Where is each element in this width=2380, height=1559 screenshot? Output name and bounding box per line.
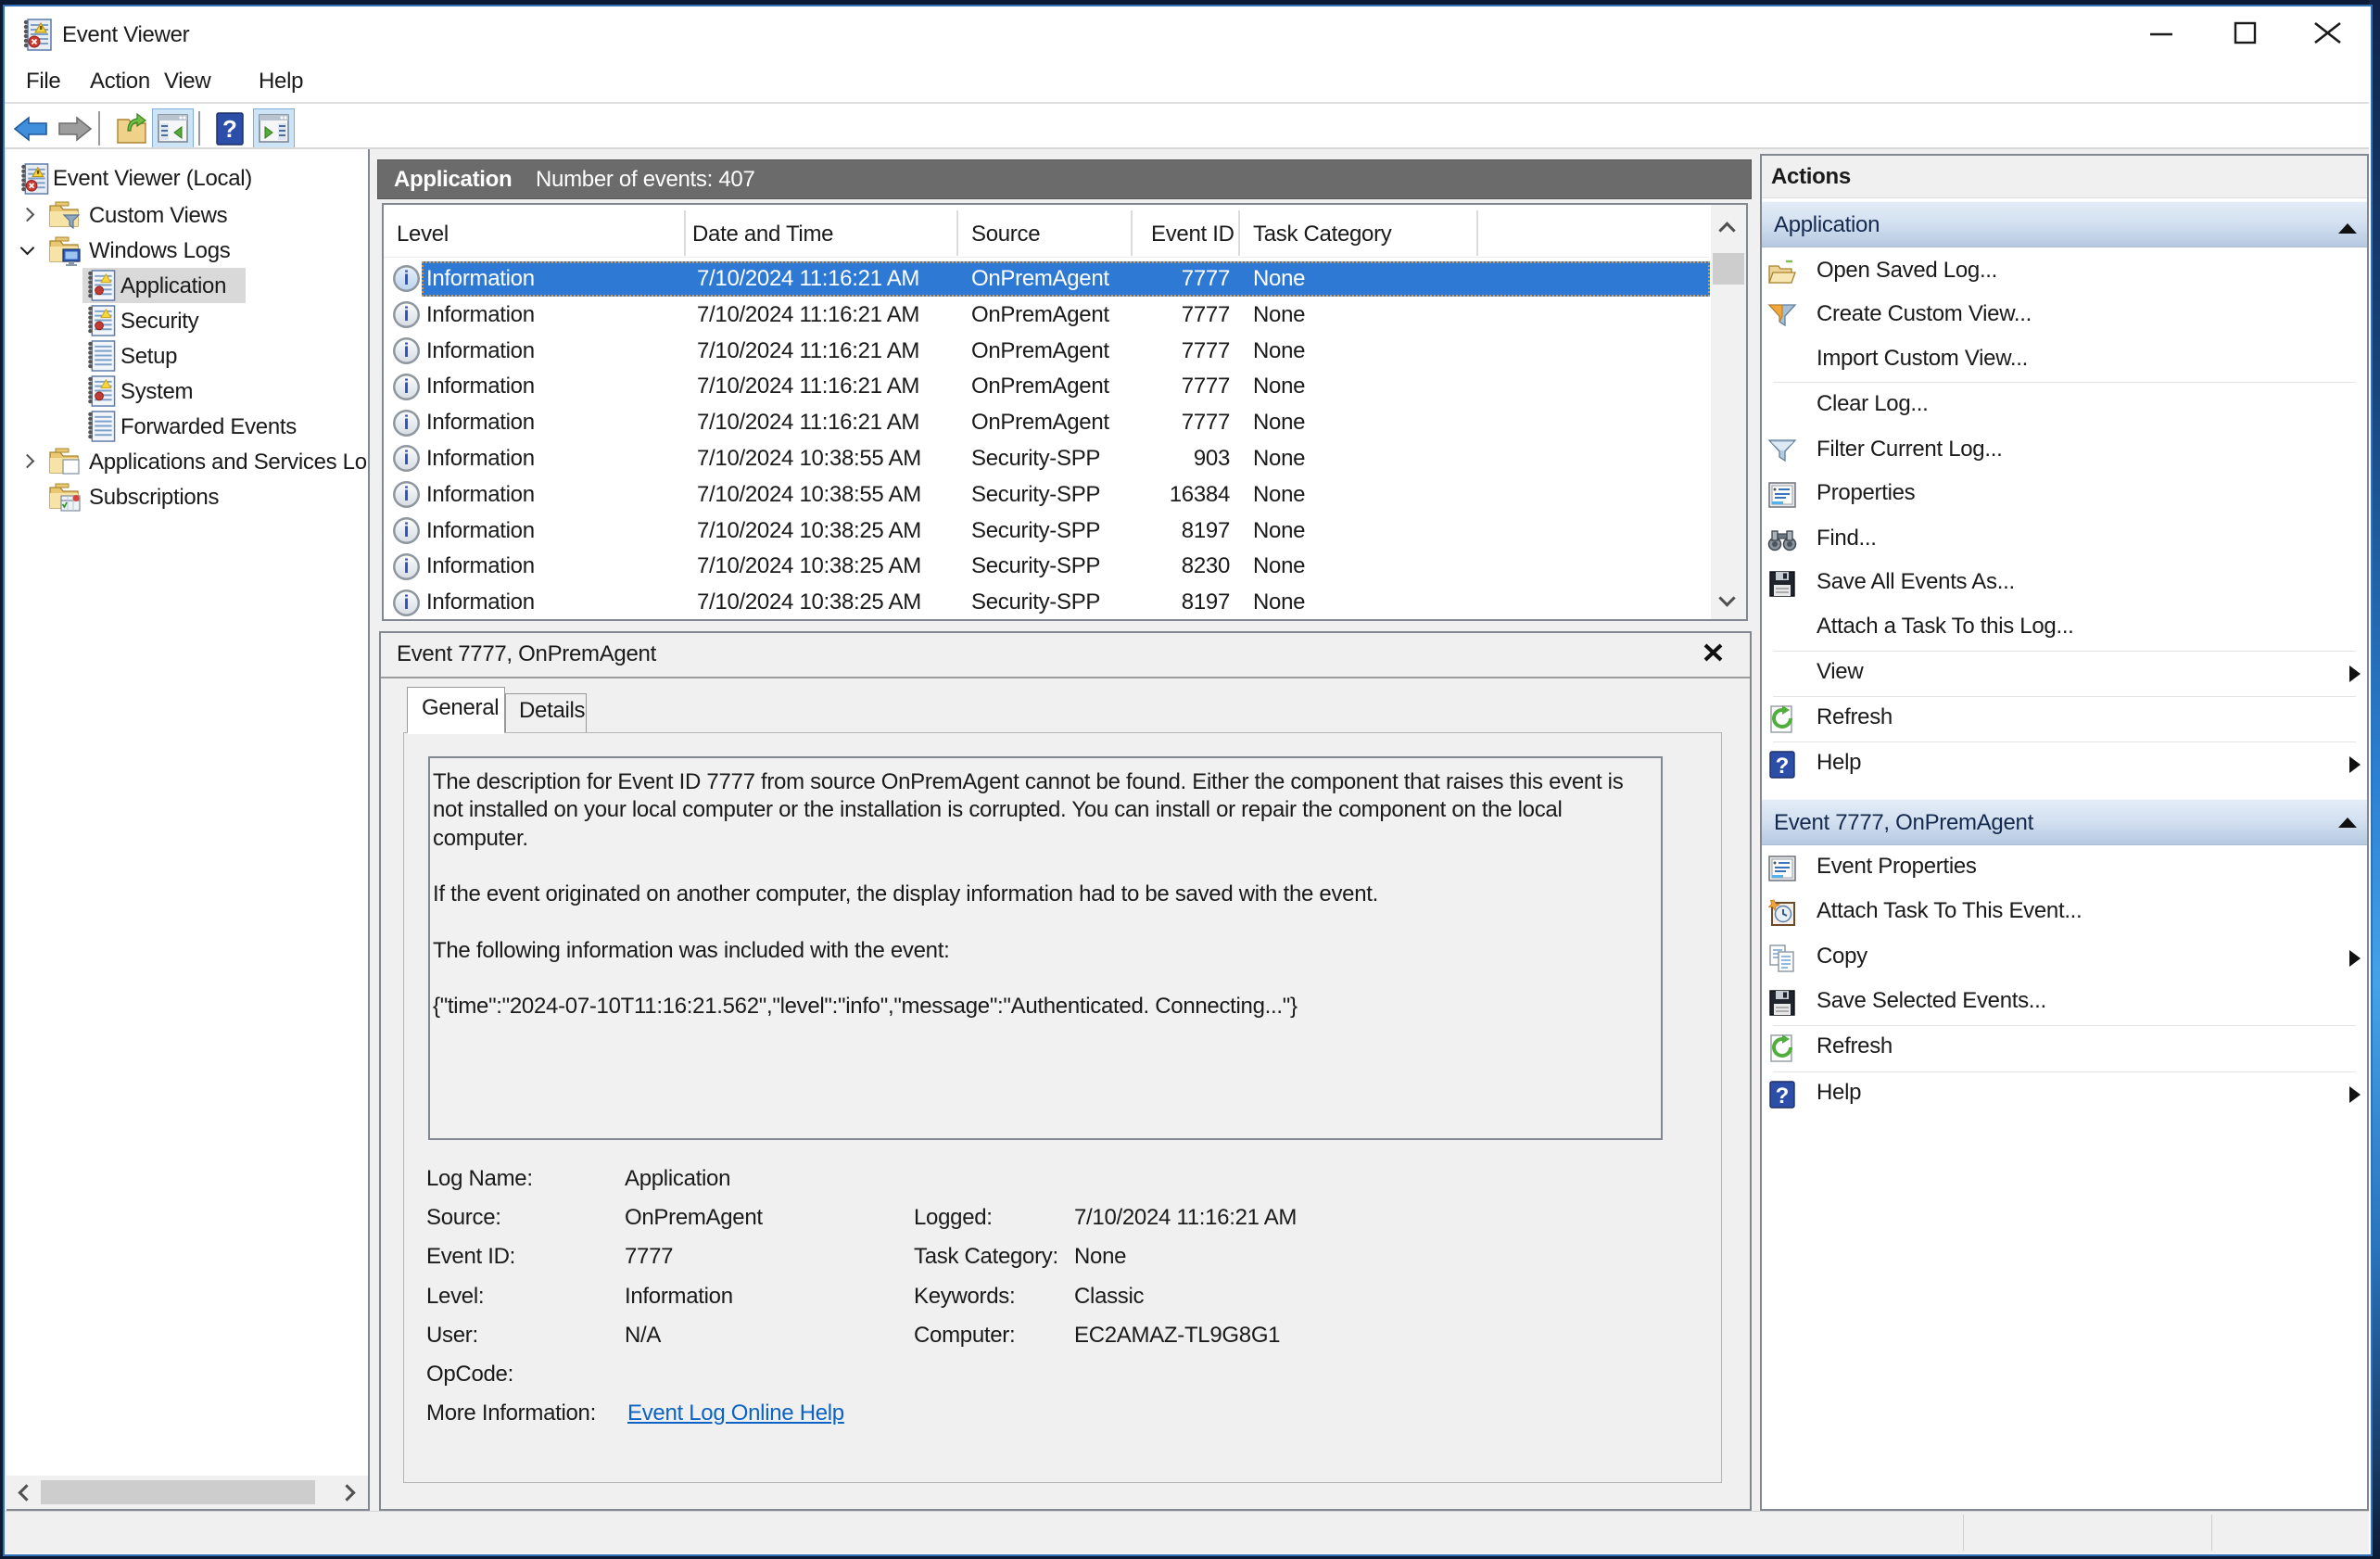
- svg-text:?: ?: [1776, 754, 1790, 779]
- svg-text:?: ?: [1776, 1084, 1790, 1109]
- svg-text:?: ?: [222, 115, 237, 143]
